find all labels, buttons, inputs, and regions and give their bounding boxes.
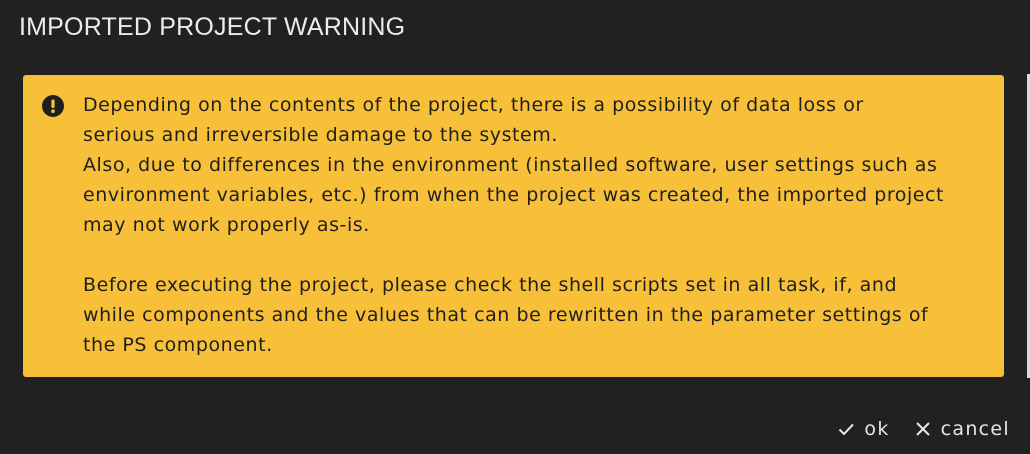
warning-line: environment variables, etc.) from when t… — [83, 184, 945, 206]
warning-line: serious and irreversible damage to the s… — [83, 124, 558, 146]
dialog-title: IMPORTED PROJECT WARNING — [19, 13, 406, 41]
check-icon — [837, 420, 855, 438]
warning-line: may not work properly as-is. — [83, 214, 370, 236]
ok-label: ok — [864, 418, 890, 440]
ok-button[interactable]: ok — [837, 418, 889, 440]
dialog-actions: ok cancel — [837, 414, 1010, 444]
warning-line: Also, due to differences in the environm… — [83, 154, 938, 176]
alert-circle-icon — [41, 94, 65, 118]
warning-message-box: Depending on the contents of the project… — [23, 75, 1004, 377]
warning-line: Before executing the project, please che… — [83, 274, 898, 296]
warning-line: the PS component. — [83, 334, 273, 356]
cancel-button[interactable]: cancel — [914, 418, 1010, 440]
warning-line: Depending on the contents of the project… — [83, 94, 864, 116]
warning-message: Depending on the contents of the project… — [83, 90, 993, 360]
imported-project-warning-dialog: IMPORTED PROJECT WARNING Depending on th… — [0, 0, 1030, 454]
close-icon — [914, 420, 932, 438]
cancel-label: cancel — [940, 418, 1010, 440]
warning-line: while components and the values that can… — [83, 304, 929, 326]
